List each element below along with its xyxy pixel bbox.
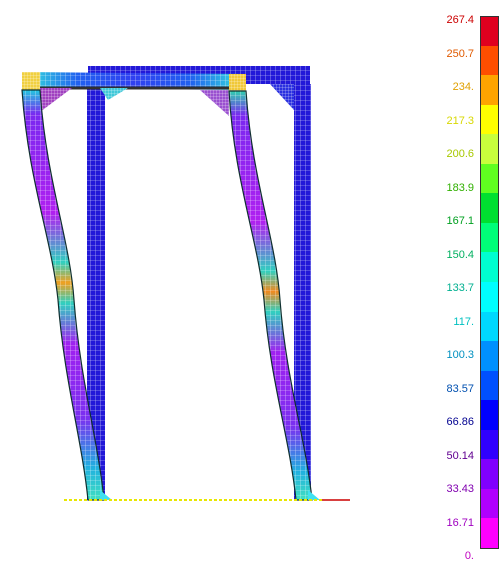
legend-swatch [480,400,499,431]
legend-swatch [480,518,499,550]
fea-viewport[interactable] [0,0,440,565]
legend-swatch [480,311,499,342]
legend-swatch [480,75,499,106]
legend-label: 150.4 [446,248,474,261]
legend-swatch [480,282,499,313]
legend-swatch [480,193,499,224]
legend-label: 217.3 [446,114,474,127]
legend-label: 183.9 [446,181,474,194]
legend-label: 66.86 [446,416,474,428]
legend-label: 0. [464,550,474,562]
fea-model-plot [21,66,350,501]
legend-swatch [480,252,499,283]
legend-swatch [480,341,499,372]
left-joint-mesh [22,72,40,90]
legend-label: 100.3 [446,349,474,361]
legend-label: 33.43 [446,483,474,495]
outer-right-gusset-mesh [270,84,294,110]
legend-label: 133.7 [446,282,474,294]
legend-swatch [480,16,499,48]
legend-label: 200.6 [446,148,474,160]
legend-label: 83.57 [446,382,474,395]
stress-legend: 267.4 250.7 234. 217.3 200.6 183.9 167.1 150.4 1… [440,0,502,565]
legend-swatch [480,459,499,490]
right-gusset-mesh [200,90,229,116]
legend-swatch [480,429,499,460]
legend-swatch [480,104,499,135]
legend-swatch [480,370,499,401]
legend-label: 50.14 [446,449,474,462]
right-joint-mesh [229,74,246,91]
legend-label: 117. [453,315,474,328]
legend-label: 16.71 [446,516,474,529]
left-gusset-mesh [40,88,72,112]
deformed-top-beam [22,72,246,116]
right-base-support [308,490,320,500]
legend-label: 267.4 [446,14,474,26]
legend-swatch [480,163,499,194]
legend-swatch [480,45,499,76]
legend-swatch [480,222,499,253]
legend-swatch [480,134,499,165]
legend-label: 167.1 [446,215,474,227]
legend-swatch [480,488,499,519]
legend-label: 234. [452,81,474,93]
legend-label: 250.7 [446,47,474,60]
